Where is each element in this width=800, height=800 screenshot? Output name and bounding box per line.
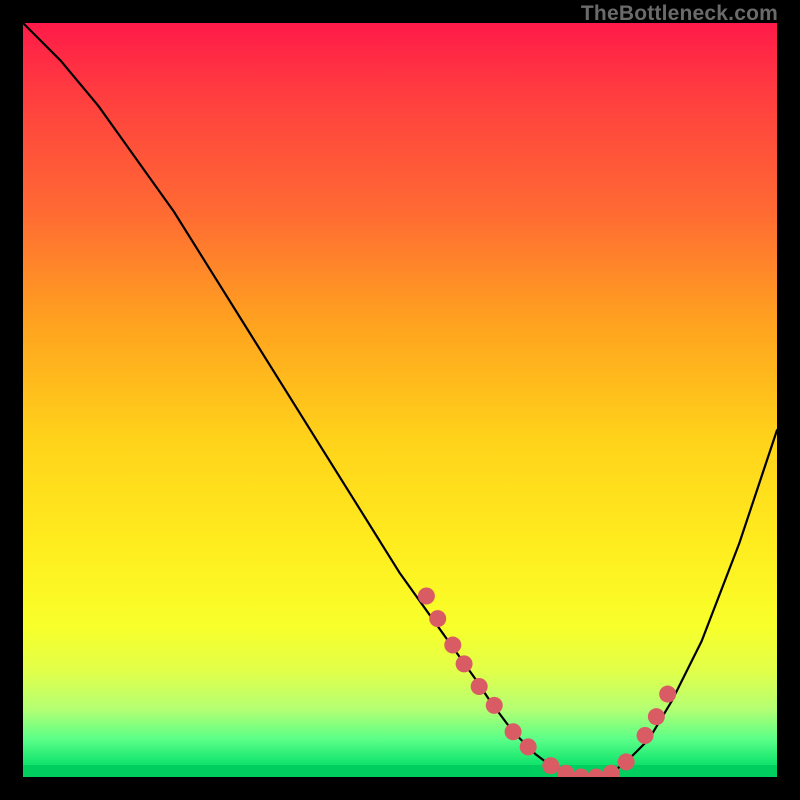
branding-watermark: TheBottleneck.com [581,2,778,26]
plot-area [23,23,777,777]
bottleneck-curve [23,23,777,777]
chart-frame: TheBottleneck.com [0,0,800,800]
highlight-markers [418,588,676,777]
curve-layer [23,23,777,777]
